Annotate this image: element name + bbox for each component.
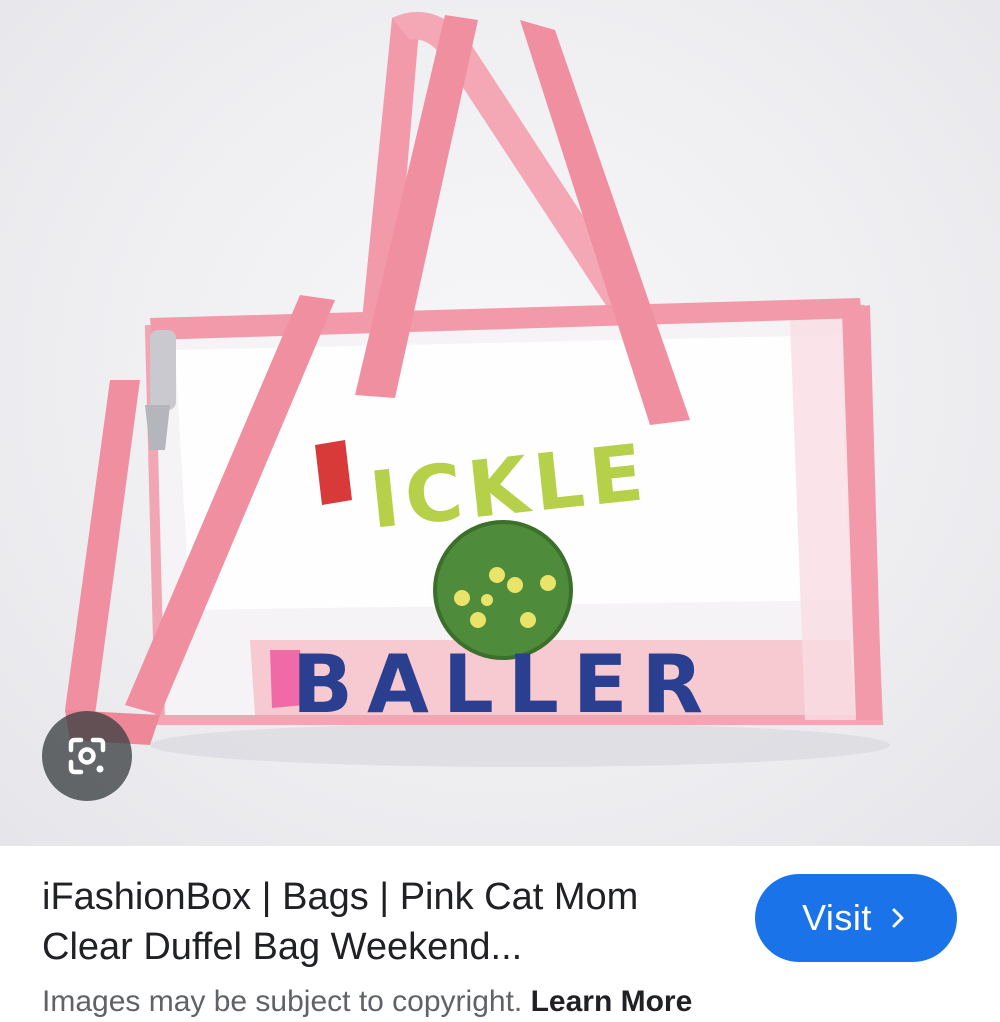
result-title-line1: iFashionBox | Bags | Pink Cat Mom xyxy=(42,876,639,918)
lens-search-icon xyxy=(68,737,106,775)
copyright-notice: Images may be subject to copyright. Lear… xyxy=(42,982,982,1022)
visit-button[interactable]: Visit xyxy=(755,874,957,962)
visit-button-label: Visit xyxy=(802,897,872,938)
bag-word-baller: BALLER xyxy=(292,638,717,731)
learn-more-link[interactable]: Learn More xyxy=(531,985,693,1018)
result-title-line2: Clear Duffel Bag Weekend... xyxy=(42,926,523,968)
chevron-right-icon xyxy=(892,908,904,928)
result-title[interactable]: iFashionBox | Bags | Pink Cat Mom Clear … xyxy=(42,872,722,972)
bag-lettering: ICKLE BALLER xyxy=(292,428,717,731)
copyright-text: Images may be subject to copyright. xyxy=(42,985,523,1018)
bag-word-ickle: ICKLE xyxy=(366,428,654,547)
lens-search-button[interactable] xyxy=(42,711,132,801)
product-image[interactable]: ICKLE BALLER xyxy=(0,0,1000,846)
